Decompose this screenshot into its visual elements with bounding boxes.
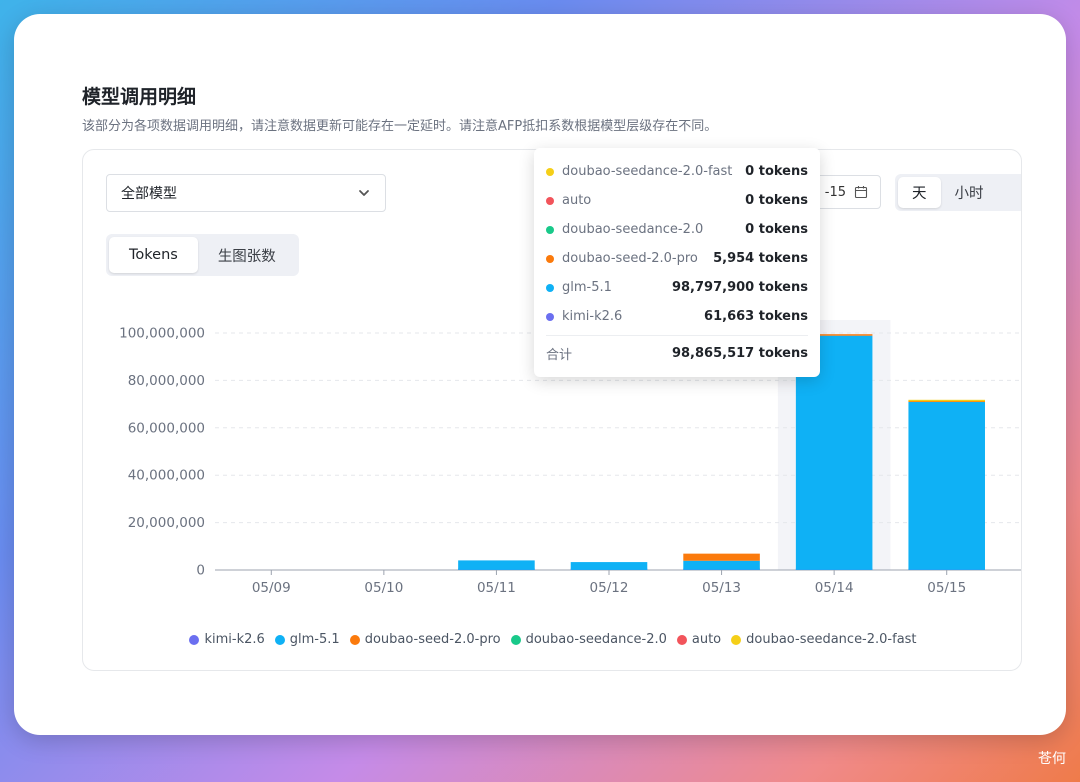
tooltip-row: kimi-k2.6 61,663 tokens (546, 302, 808, 331)
legend-swatch (189, 634, 200, 645)
tooltip-series-name: doubao-seed-2.0-pro (562, 251, 698, 266)
tooltip-series-name: auto (562, 193, 592, 208)
chart-tooltip: doubao-seedance-2.0-fast 0 tokens auto 0 t… (534, 148, 820, 377)
legend-label: doubao-seedance-2.0 (525, 632, 667, 647)
watermark-text: 苍何 (1038, 751, 1066, 767)
tooltip-row: glm-5.1 98,797,900 tokens (546, 273, 808, 302)
legend-swatch (676, 634, 687, 645)
x-tick-label: 05/15 (927, 580, 966, 596)
tooltip-total-label: 合计 (546, 347, 573, 363)
tooltip-swatch (546, 283, 554, 292)
x-tick-label: 05/14 (815, 580, 854, 596)
tooltip-series-name: doubao-seedance-2.0 (562, 222, 704, 237)
legend-swatch (731, 634, 742, 645)
tooltip-row: doubao-seedance-2.0 0 tokens (546, 215, 808, 244)
tooltip-series-value: 5,954 tokens (713, 251, 808, 266)
tooltip-series-value: 0 tokens (745, 222, 808, 237)
x-tick-label: 05/13 (702, 580, 741, 596)
calendar-icon (854, 186, 868, 199)
bar-segment-glm-5-1 (908, 402, 985, 570)
y-tick-label: 40,000,000 (128, 468, 205, 484)
tooltip-series-value: 0 tokens (745, 193, 808, 208)
metric-tabs: Tokens 生图张数 (106, 234, 299, 276)
tooltip-swatch (546, 312, 554, 321)
tooltip-series-name: glm-5.1 (562, 280, 612, 295)
legend-label: auto (691, 632, 722, 647)
bar-segment-doubao-seedance-2-0-fast (908, 399, 985, 402)
tooltip-divider (546, 335, 808, 336)
legend-item-auto[interactable]: auto (676, 632, 722, 647)
y-tick-label: 20,000,000 (128, 515, 205, 531)
granularity-day[interactable]: 天 (898, 177, 941, 208)
tooltip-row: doubao-seedance-2.0-fast 0 tokens (546, 157, 808, 186)
x-tick-label: 05/09 (252, 580, 291, 596)
tooltip-row: doubao-seed-2.0-pro 5,954 tokens (546, 244, 808, 273)
tooltip-swatch (546, 167, 554, 176)
model-select-value: 全部模型 (121, 186, 177, 202)
x-tick-label: 05/12 (590, 580, 629, 596)
tooltip-total-row: 合计 98,865,517 tokens (546, 338, 808, 368)
date-range-end: -15 (824, 184, 846, 200)
tab-image-count[interactable]: 生图张数 (198, 237, 296, 273)
legend-swatch (274, 634, 285, 645)
legend-swatch (349, 634, 360, 645)
tooltip-swatch (546, 196, 554, 205)
legend-item-doubao-seed-2-0-pro[interactable]: doubao-seed-2.0-pro (349, 632, 501, 647)
legend-item-glm-5-1[interactable]: glm-5.1 (274, 632, 340, 647)
page-title: 模型调用明细 (82, 86, 197, 108)
legend-item-doubao-seedance-2-0[interactable]: doubao-seedance-2.0 (510, 632, 667, 647)
bar-segment-doubao-seed-2-0-pro (683, 553, 760, 561)
legend-label: doubao-seed-2.0-pro (364, 632, 501, 647)
bar-segment-glm-5-1 (683, 560, 760, 570)
model-select[interactable]: 全部模型 (106, 174, 386, 212)
y-tick-label: 60,000,000 (128, 420, 205, 436)
tooltip-total-value: 98,865,517 tokens (671, 345, 808, 361)
y-tick-label: 100,000,000 (119, 326, 205, 342)
tab-tokens[interactable]: Tokens (109, 237, 198, 273)
tooltip-series-value: 0 tokens (745, 164, 808, 179)
tooltip-series-name: kimi-k2.6 (562, 309, 623, 324)
tooltip-series-value: 98,797,900 tokens (671, 280, 808, 295)
legend-label: glm-5.1 (289, 632, 340, 647)
legend-swatch (510, 634, 521, 645)
tooltip-swatch (546, 254, 554, 263)
tooltip-series-value: 61,663 tokens (704, 309, 808, 324)
tooltip-row: auto 0 tokens (546, 186, 808, 215)
tooltip-swatch (546, 225, 554, 234)
y-tick-label: 80,000,000 (128, 373, 205, 389)
granularity-hour[interactable]: 小时 (941, 177, 998, 208)
x-tick-label: 05/11 (477, 580, 516, 596)
legend-item-kimi-k2-6[interactable]: kimi-k2.6 (189, 632, 265, 647)
legend-label: kimi-k2.6 (204, 632, 265, 647)
tooltip-series-name: doubao-seedance-2.0-fast (562, 164, 733, 179)
legend-label: doubao-seedance-2.0-fast (746, 632, 917, 647)
bar-segment-glm-5-1 (570, 562, 648, 570)
chart-legend: kimi-k2.6 glm-5.1 doubao-seed-2.0-pro do… (83, 632, 1021, 647)
x-tick-label: 05/10 (364, 580, 403, 596)
granularity-toggle: 天 小时 (895, 174, 1021, 211)
page-subtitle: 该部分为各项数据调用明细，请注意数据更新可能存在一定延时。请注意AFP抵扣系数根… (82, 119, 718, 134)
chevron-down-icon (359, 190, 369, 196)
y-tick-label: 0 (196, 563, 205, 579)
bar-segment-glm-5-1 (458, 560, 535, 570)
legend-item-doubao-seedance-2-0-fast[interactable]: doubao-seedance-2.0-fast (731, 632, 917, 647)
